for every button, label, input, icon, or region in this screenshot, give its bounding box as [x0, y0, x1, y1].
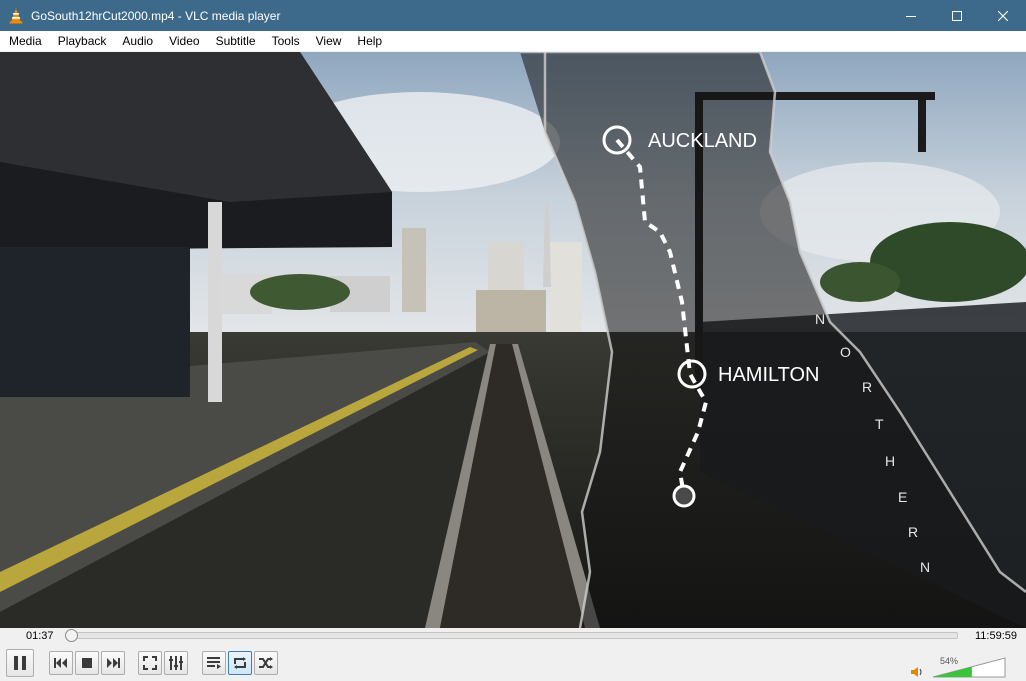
menu-video[interactable]: Video: [161, 31, 207, 52]
video-scene: AUCKLAND HAMILTON N O R T H E R N: [0, 52, 1026, 628]
pause-button[interactable]: [6, 649, 34, 677]
menu-tools[interactable]: Tools: [264, 31, 308, 52]
svg-text:O: O: [840, 344, 851, 360]
window-title: GoSouth12hrCut2000.mp4 - VLC media playe…: [31, 8, 281, 23]
close-button[interactable]: [980, 0, 1026, 31]
map-label-auckland: AUCKLAND: [648, 130, 757, 152]
menu-subtitle[interactable]: Subtitle: [208, 31, 264, 52]
svg-text:R: R: [862, 379, 872, 395]
menu-playback[interactable]: Playback: [50, 31, 115, 52]
seek-row: 01:37 11:59:59: [0, 628, 1026, 646]
volume-slider[interactable]: [931, 656, 1007, 678]
svg-text:N: N: [920, 559, 930, 575]
random-button[interactable]: [254, 651, 278, 675]
total-time[interactable]: 11:59:59: [975, 630, 1017, 642]
minimize-icon: [906, 15, 916, 17]
skip-back-icon: [54, 658, 67, 668]
vlc-cone-icon: [9, 8, 23, 23]
pause-icon: [14, 656, 26, 670]
seek-slider[interactable]: [65, 629, 958, 642]
controls-bar: [0, 646, 1026, 681]
maximize-icon: [952, 10, 962, 21]
playlist-icon: [207, 657, 221, 669]
speaker-icon[interactable]: [910, 665, 924, 679]
loop-icon: [234, 657, 246, 669]
loop-button[interactable]: [228, 651, 252, 675]
stop-icon: [82, 658, 92, 668]
skip-forward-icon: [107, 658, 120, 668]
map-label-hamilton: HAMILTON: [718, 364, 820, 386]
menu-audio[interactable]: Audio: [114, 31, 161, 52]
fullscreen-button[interactable]: [138, 651, 162, 675]
svg-text:E: E: [898, 489, 907, 505]
playlist-button[interactable]: [202, 651, 226, 675]
menu-help[interactable]: Help: [349, 31, 390, 52]
shuffle-icon: [259, 657, 273, 669]
svg-text:N: N: [815, 311, 825, 327]
minimize-button[interactable]: [888, 0, 934, 31]
stop-button[interactable]: [75, 651, 99, 675]
next-button[interactable]: [101, 651, 125, 675]
menu-media[interactable]: Media: [0, 31, 50, 52]
elapsed-time[interactable]: 01:37: [26, 630, 54, 642]
menu-view[interactable]: View: [308, 31, 350, 52]
previous-button[interactable]: [49, 651, 73, 675]
maximize-button[interactable]: [934, 0, 980, 31]
fullscreen-icon: [143, 656, 157, 670]
extended-settings-button[interactable]: [164, 651, 188, 675]
svg-text:R: R: [908, 524, 918, 540]
svg-text:T: T: [875, 416, 884, 432]
equalizer-icon: [169, 656, 183, 670]
seek-handle[interactable]: [65, 629, 78, 642]
menu-bar: Media Playback Audio Video Subtitle Tool…: [0, 31, 1026, 52]
close-icon: [998, 10, 1008, 21]
title-bar: GoSouth12hrCut2000.mp4 - VLC media playe…: [0, 0, 1026, 31]
video-frame[interactable]: AUCKLAND HAMILTON N O R T H E R N: [0, 52, 1026, 628]
svg-text:H: H: [885, 453, 895, 469]
